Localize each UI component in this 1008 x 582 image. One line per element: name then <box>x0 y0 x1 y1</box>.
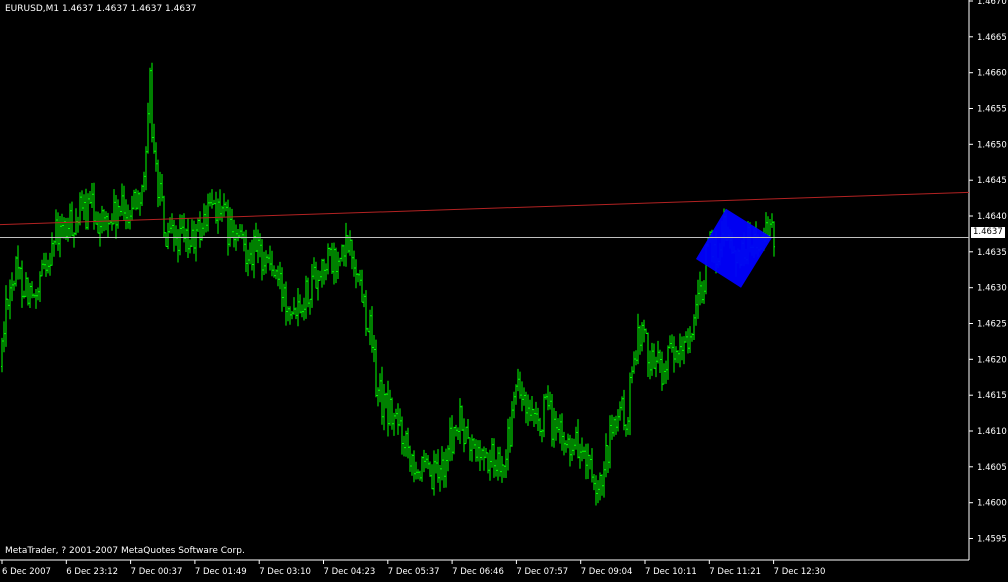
time-tick-label: 6 Dec 2007 <box>2 567 51 577</box>
price-tick-label: 1.4635 <box>977 248 1007 258</box>
chart-background <box>0 0 1008 578</box>
copyright-text: MetaTrader, ? 2001-2007 MetaQuotes Softw… <box>5 546 245 556</box>
chart-window[interactable]: 1.4670 1.4665 1.4660 1.4655 1.4650 1.4645 1.46… <box>0 0 1008 578</box>
price-tick-label: 1.4605 <box>977 463 1007 473</box>
price-tick-label: 1.4615 <box>977 391 1007 401</box>
price-chart[interactable]: 1.4670 1.4665 1.4660 1.4655 1.4650 1.4645 1.46… <box>0 0 1008 578</box>
time-tick-label: 7 Dec 01:49 <box>195 567 247 577</box>
time-tick-label: 7 Dec 03:10 <box>259 567 311 577</box>
price-tick-label: 1.4630 <box>977 284 1007 294</box>
time-tick-label: 7 Dec 10:11 <box>645 567 697 577</box>
price-tick-label: 1.4665 <box>977 33 1007 43</box>
price-tick-label: 1.4650 <box>977 140 1007 150</box>
time-tick-label: 7 Dec 05:37 <box>388 567 440 577</box>
time-tick-label: 7 Dec 09:04 <box>581 567 633 577</box>
current-price-tag: 1.4637 <box>971 227 1005 238</box>
time-tick-label: 6 Dec 23:12 <box>66 567 118 577</box>
time-tick-label: 7 Dec 07:57 <box>516 567 568 577</box>
price-tick-label: 1.4610 <box>977 427 1007 437</box>
price-tick-label: 1.4655 <box>977 105 1007 115</box>
price-tick-label: 1.4640 <box>977 212 1007 222</box>
time-tick-label: 7 Dec 06:46 <box>452 567 504 577</box>
symbol-label: EURUSD,M1 1.4637 1.4637 1.4637 1.4637 <box>5 4 197 14</box>
price-tick-label: 1.4625 <box>977 320 1007 330</box>
price-tick-label: 1.4670 <box>977 0 1007 7</box>
price-tick-label: 1.4620 <box>977 355 1007 365</box>
time-tick-label: 7 Dec 00:37 <box>131 567 183 577</box>
price-tick-label: 1.4600 <box>977 499 1007 509</box>
price-tick-label: 1.4645 <box>977 176 1007 186</box>
price-tick-label: 1.4595 <box>977 535 1007 545</box>
time-tick-label: 7 Dec 11:21 <box>709 567 761 577</box>
time-tick-label: 7 Dec 04:23 <box>324 567 376 577</box>
time-tick-label: 7 Dec 12:30 <box>774 567 826 577</box>
price-tick-label: 1.4660 <box>977 69 1007 79</box>
